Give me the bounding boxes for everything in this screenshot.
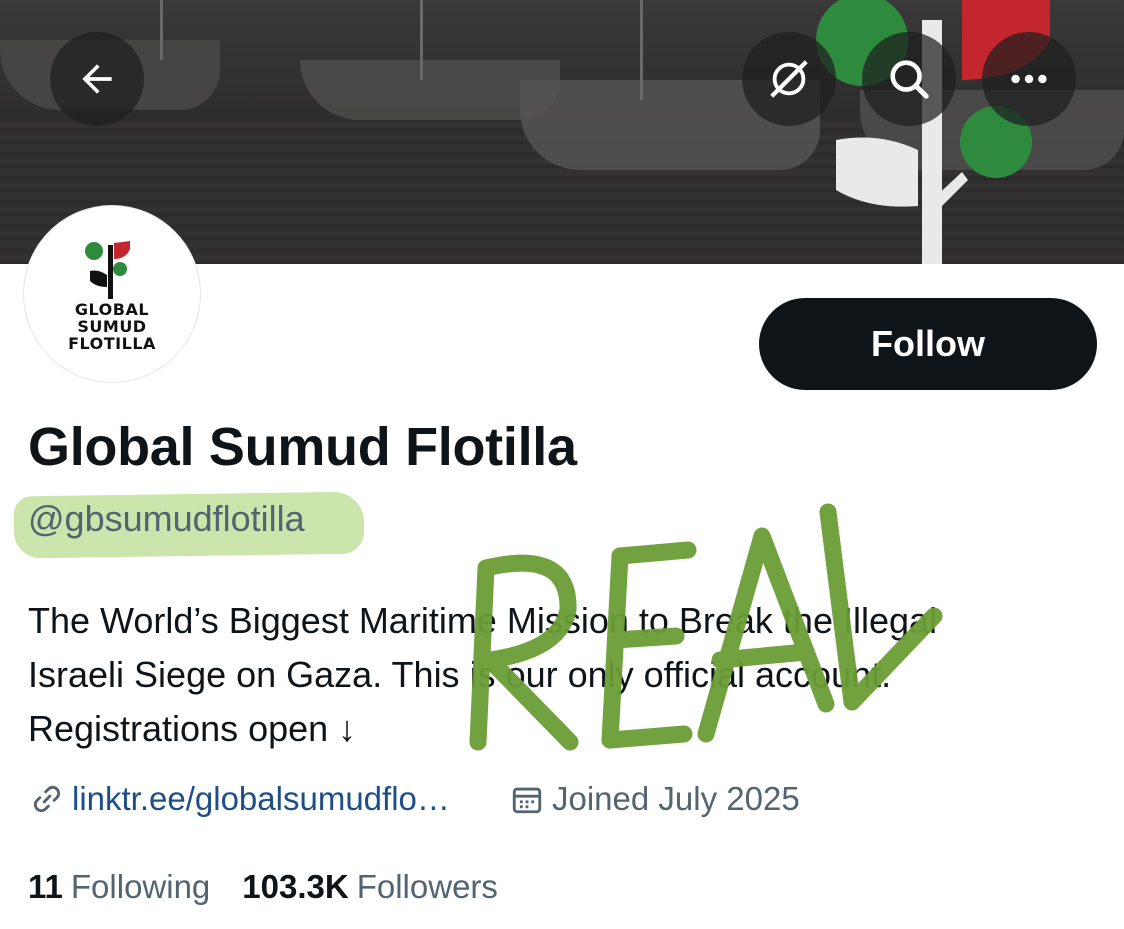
arrow-left-icon: [82, 64, 112, 94]
back-button[interactable]: [50, 32, 144, 126]
search-icon: [890, 60, 929, 99]
follow-stats: 11 Following 103.3K Followers: [28, 868, 530, 906]
link-icon: [33, 785, 61, 813]
bio-line: Registrations open ↓: [28, 708, 357, 749]
avatar-wordmark: GLOBAL SUMUD FLOTILLA: [68, 299, 156, 353]
grok-button[interactable]: [742, 32, 836, 126]
bio: The World’s Biggest Maritime Mission to …: [28, 594, 1088, 756]
grok-icon: [770, 60, 808, 98]
following-count: 11: [28, 868, 63, 905]
bio-line: The World’s Biggest Maritime Mission to …: [28, 600, 938, 641]
joined-date: Joined July 2025: [510, 780, 800, 818]
followers-stat[interactable]: 103.3K Followers: [242, 868, 498, 906]
link-text[interactable]: linktr.ee/globalsumudflo…: [72, 780, 450, 818]
banner-logo-tree: [816, 0, 1050, 264]
more-button[interactable]: [982, 32, 1076, 126]
follow-button[interactable]: Follow: [759, 298, 1097, 390]
search-button[interactable]: [862, 32, 956, 126]
following-label: Following: [70, 868, 211, 905]
flotilla-logo-icon: [85, 240, 130, 299]
profile-link[interactable]: linktr.ee/globalsumudflo…: [30, 780, 450, 818]
handle: @gbsumudflotilla: [28, 498, 305, 539]
followers-count: 103.3K: [242, 868, 349, 905]
profile-banner[interactable]: [0, 0, 1124, 264]
following-stat[interactable]: 11 Following: [28, 868, 210, 906]
display-name: Global Sumud Flotilla: [28, 417, 577, 477]
more-horizontal-icon: [1011, 74, 1047, 84]
followers-label: Followers: [356, 868, 498, 905]
calendar-icon: [512, 787, 542, 814]
profile-avatar[interactable]: GLOBAL SUMUD FLOTILLA: [24, 206, 200, 382]
bio-line: Israeli Siege on Gaza. This is our only …: [28, 654, 892, 695]
joined-text: Joined July 2025: [552, 780, 800, 817]
